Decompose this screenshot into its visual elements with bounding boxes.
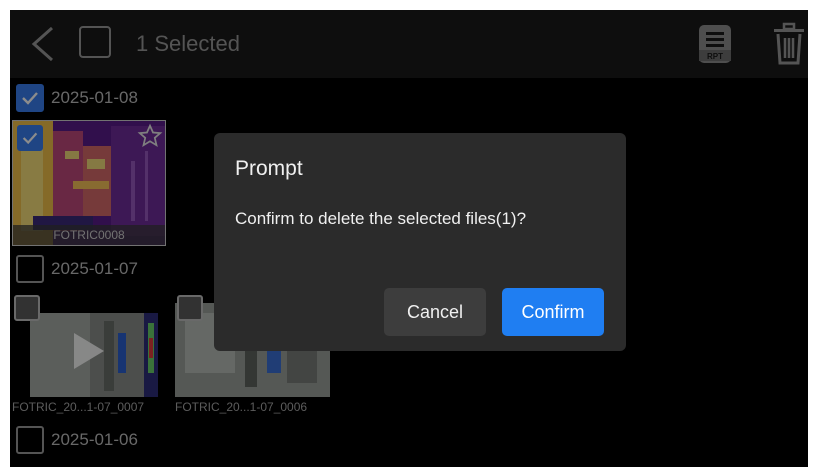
dialog-message: Confirm to delete the selected files(1)? bbox=[235, 209, 527, 228]
cancel-button[interactable]: Cancel bbox=[384, 288, 486, 336]
dialog-title: Prompt bbox=[235, 157, 303, 180]
delete-confirmation-dialog: Prompt Confirm to delete the selected fi… bbox=[214, 133, 626, 351]
gallery-screen: 1 Selected RPT 2025-01-08 FOTRIC0008 202… bbox=[10, 10, 808, 467]
confirm-button[interactable]: Confirm bbox=[502, 288, 604, 336]
